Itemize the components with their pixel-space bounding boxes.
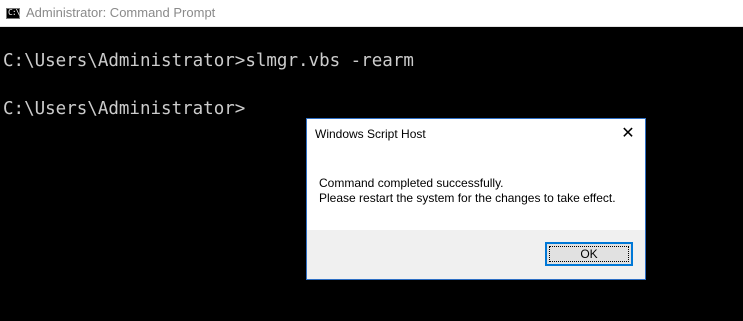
console-prompt-line: C:\Users\Administrator> xyxy=(3,99,246,119)
dialog-message: Command completed successfully. Please r… xyxy=(319,176,616,206)
dialog-title: Windows Script Host xyxy=(315,127,426,141)
window-title: Administrator: Command Prompt xyxy=(26,5,216,20)
ok-button-label: OK xyxy=(580,247,598,261)
dialog-titlebar[interactable]: Windows Script Host ✕ xyxy=(307,119,645,149)
ok-button[interactable]: OK xyxy=(545,242,633,266)
dialog-message-line: Please restart the system for the change… xyxy=(319,191,616,205)
dialog-footer: OK xyxy=(307,230,645,279)
dialog-body: Command completed successfully. Please r… xyxy=(307,149,645,230)
dialog-message-line: Command completed successfully. xyxy=(319,176,504,190)
cmd-icon-glyph: C:\ xyxy=(8,8,20,17)
console-line: C:\Users\Administrator>slmgr.vbs -rearm xyxy=(3,51,414,71)
cmd-icon: C:\ xyxy=(6,8,20,19)
window-titlebar[interactable]: C:\ Administrator: Command Prompt xyxy=(0,0,743,27)
close-icon[interactable]: ✕ xyxy=(617,123,639,145)
message-dialog: Windows Script Host ✕ Command completed … xyxy=(306,118,646,280)
